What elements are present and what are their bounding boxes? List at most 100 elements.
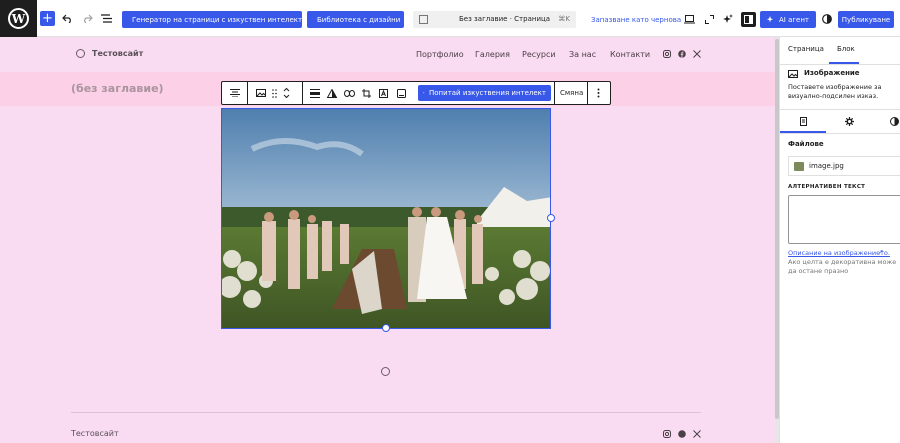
document-overview-button[interactable] [99, 11, 113, 26]
alt-text-help-link[interactable]: Описание на изображението. [788, 249, 890, 257]
nav-item-contacts[interactable]: Контакти [610, 50, 650, 59]
align-button[interactable] [222, 82, 248, 104]
undo-icon [61, 14, 71, 23]
ai-agent-label: AI агент [778, 15, 809, 24]
ask-ai-button[interactable]: Попитай изкуствения интелект [418, 85, 551, 101]
drag-handle-icon[interactable] [272, 88, 277, 98]
toolbar-divider [302, 82, 303, 104]
ai-agent-icon [766, 15, 773, 22]
alt-text-label: АЛТЕРНАТИВЕН ТЕКСТ [788, 184, 866, 190]
publish-label: Публикуване [841, 15, 891, 24]
divider [780, 133, 900, 134]
preview-button[interactable] [683, 13, 695, 25]
block-description: Поставете изображение за визуално-подсил… [788, 83, 882, 100]
settings-sidebar-toggle[interactable] [741, 12, 756, 27]
document-title: Без заглавие · Страница [459, 15, 551, 23]
file-name: image.jpg [809, 162, 844, 170]
command-palette-button[interactable]: Без заглавие · Страница ⌘K [413, 11, 576, 28]
ai-agent-button[interactable]: AI агент [760, 11, 816, 28]
site-logo-placeholder[interactable] [76, 49, 85, 58]
ai-page-generator-button[interactable]: Генератор на страници с изкуствен интеле… [122, 11, 302, 28]
file-thumbnail [794, 161, 804, 171]
nav-item-about[interactable]: За нас [569, 50, 596, 59]
design-library-label: Библиотека с дизайни [317, 15, 401, 24]
style-button[interactable] [821, 13, 833, 25]
editor-app: W + Генератор на страници с изкуствен ин… [0, 0, 900, 443]
external-link-icon: ↗ [878, 248, 884, 256]
plus-icon: + [42, 11, 53, 26]
footer-site-title[interactable]: Тестовсайт [71, 429, 119, 438]
settings-sidebar: Страница Блок Изображение Поставете изоб… [779, 37, 900, 443]
toolbar-divider [587, 82, 588, 104]
ai-page-generator-label: Генератор на страници с изкуствен интеле… [132, 15, 303, 24]
block-toolbar: Попитай изкуствения интелект Смяна [221, 81, 611, 105]
contrast-icon [822, 14, 832, 24]
nav-item-gallery[interactable]: Галерия [475, 50, 510, 59]
editor-top-bar: W + Генератор на страници с изкуствен ин… [0, 0, 900, 37]
nav-item-resources[interactable]: Ресурси [522, 50, 556, 59]
image-block-icon [788, 70, 798, 78]
contrast-icon [890, 116, 899, 126]
more-options-icon[interactable] [597, 88, 600, 98]
wordpress-logo-button[interactable]: W [0, 0, 37, 37]
redo-button[interactable] [80, 11, 94, 26]
fullscreen-button[interactable] [703, 13, 715, 25]
ai-tools-button[interactable] [722, 13, 734, 25]
facebook-icon[interactable] [678, 430, 686, 438]
alt-text-field[interactable] [788, 195, 900, 244]
x-icon[interactable] [693, 50, 701, 58]
link-icon[interactable] [344, 90, 355, 97]
sidebar-icon [744, 15, 753, 24]
ask-ai-label: Попитай изкуствения интелект [429, 89, 546, 97]
resize-handle-bottom[interactable] [382, 324, 390, 332]
publish-button[interactable]: Публикуване [838, 11, 894, 28]
tabs-divider [780, 64, 900, 65]
tab-page[interactable]: Страница [788, 45, 824, 53]
wide-width-icon[interactable] [310, 89, 320, 98]
list-view-icon [100, 14, 112, 23]
replace-button[interactable]: Смяна [560, 89, 583, 97]
caption-icon[interactable] [397, 89, 406, 98]
instagram-icon[interactable] [663, 50, 671, 58]
image-block[interactable] [221, 108, 551, 329]
files-label: Файлове [788, 140, 824, 148]
site-title[interactable]: Тестовсайт [92, 49, 143, 58]
block-type-group [250, 82, 300, 104]
text-overlay-icon[interactable] [379, 89, 388, 98]
tab-block[interactable]: Блок [837, 45, 855, 53]
wordpress-logo-icon: W [8, 8, 29, 29]
resize-handle-right[interactable] [547, 214, 555, 222]
image-block-icon[interactable] [256, 89, 266, 97]
footer-logo-placeholder[interactable] [381, 367, 390, 376]
editor-canvas: Тестовсайт Портфолио Галерия Ресурси За … [0, 37, 775, 443]
design-library-button[interactable]: Библиотека с дизайни [307, 11, 404, 28]
x-icon[interactable] [693, 430, 701, 438]
crop-icon[interactable] [362, 89, 371, 98]
shortcut-hint: ⌘K [558, 15, 570, 23]
footer-separator [71, 412, 701, 413]
block-name: Изображение [804, 69, 860, 77]
nav-item-portfolio[interactable]: Портфолио [416, 50, 464, 59]
page-title-placeholder[interactable]: (без заглавие) [71, 82, 164, 95]
undo-button[interactable] [60, 11, 74, 26]
duotone-icon[interactable] [327, 89, 337, 98]
move-up-down-icon[interactable] [283, 87, 290, 99]
instagram-icon[interactable] [663, 430, 671, 438]
tab-settings[interactable] [780, 110, 826, 132]
expand-icon [704, 14, 714, 24]
page-icon [419, 15, 428, 24]
tab-appearance[interactable] [880, 110, 900, 132]
gear-icon [844, 116, 854, 126]
toolbar-divider [554, 82, 555, 104]
settings-doc-icon [799, 116, 807, 126]
align-icon [229, 89, 240, 97]
facebook-icon[interactable] [678, 50, 686, 58]
sparkle-icon [723, 14, 733, 23]
tab-styles[interactable] [826, 110, 872, 132]
file-item[interactable]: image.jpg [788, 156, 900, 176]
add-block-button[interactable]: + [40, 11, 55, 26]
save-draft-button[interactable]: Запазване като чернова [591, 16, 681, 24]
desktop-icon [683, 14, 695, 23]
ask-ai-icon [423, 91, 425, 94]
redo-icon [83, 14, 93, 23]
